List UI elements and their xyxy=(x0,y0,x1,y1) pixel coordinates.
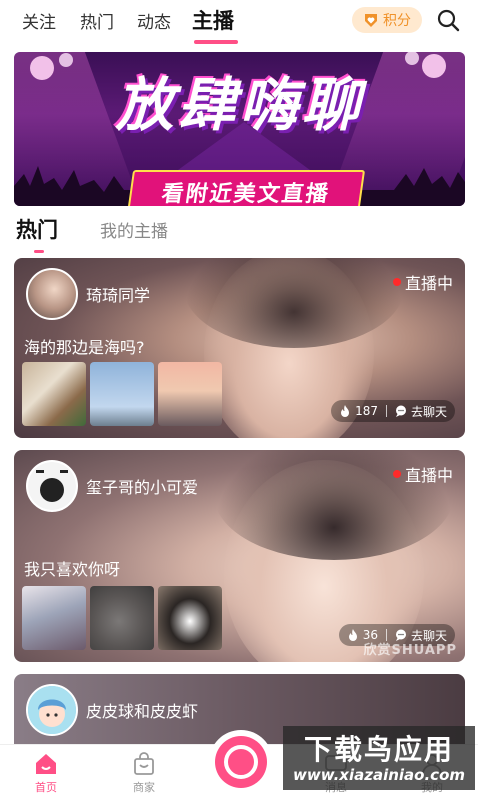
chat-label: 去聊天 xyxy=(410,404,447,419)
stream-card[interactable]: 玺子哥的小可爱 直播中 我只喜欢你呀 36 去聊天 欣赏SHUAPP xyxy=(14,450,465,662)
site-watermark-url: www.xiazainiao.com xyxy=(292,766,466,784)
photo-thumbnail[interactable] xyxy=(22,362,86,426)
streamer-avatar[interactable] xyxy=(26,268,78,320)
section-tab-my-anchors[interactable]: 我的主播 xyxy=(100,217,168,242)
live-dot-icon xyxy=(392,470,401,478)
site-watermark-title: 下载鸟应用 xyxy=(303,733,454,766)
search-icon[interactable] xyxy=(436,8,460,32)
streamer-avatar[interactable] xyxy=(26,684,78,736)
camera-icon xyxy=(215,736,267,788)
avatar-graphic xyxy=(28,462,76,510)
tab-anchor[interactable]: 主播 xyxy=(192,5,234,35)
live-dot-icon xyxy=(392,278,401,286)
streamer-name: 琦琦同学 xyxy=(86,286,151,305)
section-tab-indicator xyxy=(34,250,44,253)
photo-thumbnail[interactable] xyxy=(90,586,154,650)
nav-home[interactable]: 首页 xyxy=(16,745,76,795)
points-button[interactable]: 积分 xyxy=(352,7,422,33)
viewer-count: 187 xyxy=(355,404,378,418)
nav-home-label: 首页 xyxy=(35,781,57,794)
photo-thumbnails xyxy=(22,362,222,426)
stream-card[interactable]: 琦琦同学 直播中 海的那边是海吗? 187 去聊天 xyxy=(14,258,465,438)
photo-watermark: 欣赏SHUAPP xyxy=(363,643,457,658)
streamer-name: 皮皮球和皮皮虾 xyxy=(86,702,199,721)
stream-title: 海的那边是海吗? xyxy=(24,338,145,357)
tab-hot[interactable]: 热门 xyxy=(80,8,114,33)
tab-follow[interactable]: 关注 xyxy=(22,8,56,33)
photo-thumbnail[interactable] xyxy=(158,362,222,426)
photo-thumbnail[interactable] xyxy=(22,586,86,650)
avatar-graphic xyxy=(28,686,76,734)
photo-thumbnail[interactable] xyxy=(90,362,154,426)
site-watermark: 下载鸟应用 www.xiazainiao.com xyxy=(283,726,475,790)
nav-merchant-label: 商家 xyxy=(133,781,155,794)
banner-headline: 放肆嗨聊 xyxy=(115,71,364,139)
streamer-avatar[interactable] xyxy=(26,460,78,512)
flame-icon xyxy=(348,629,357,641)
flame-icon xyxy=(341,405,350,417)
points-label: 积分 xyxy=(383,13,411,29)
tab-feed[interactable]: 动态 xyxy=(137,8,171,33)
stream-stats[interactable]: 187 去聊天 xyxy=(331,400,455,422)
live-status-label: 直播中 xyxy=(404,466,453,485)
promo-banner[interactable]: 放肆嗨聊 看附近美文直播 xyxy=(14,52,465,206)
active-tab-indicator xyxy=(194,40,238,44)
live-status: 直播中 xyxy=(392,462,453,486)
home-icon xyxy=(36,754,56,774)
stream-title: 我只喜欢你呀 xyxy=(24,560,121,579)
nav-merchant[interactable]: 商家 xyxy=(114,745,174,795)
start-live-button[interactable] xyxy=(211,732,271,792)
live-status-label: 直播中 xyxy=(404,274,453,293)
heart-badge-icon xyxy=(365,14,377,27)
streamer-name: 玺子哥的小可爱 xyxy=(86,478,199,497)
top-navigation: 关注 热门 动态 主播 积分 xyxy=(0,0,478,46)
photo-thumbnail[interactable] xyxy=(158,586,222,650)
live-status: 直播中 xyxy=(392,270,453,294)
banner-subline: 看附近美文直播 xyxy=(126,170,366,206)
shopping-bag-icon xyxy=(134,752,154,775)
section-tab-hot[interactable]: 热门 xyxy=(16,214,58,244)
photo-thumbnails xyxy=(22,586,222,650)
chat-bubble-icon xyxy=(395,405,406,417)
